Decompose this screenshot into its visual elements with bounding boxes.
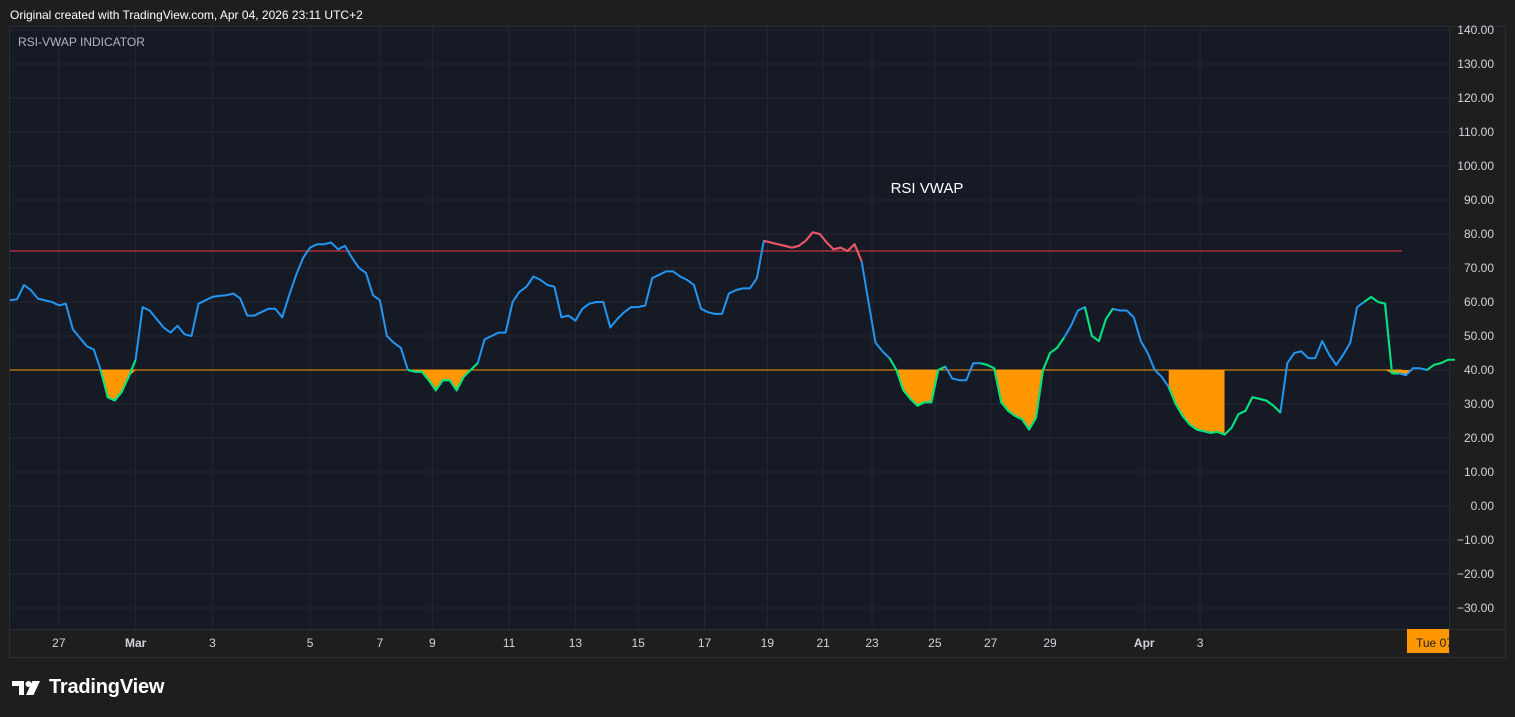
time-axis-label: 13 [569,636,583,650]
time-axis-label: 27 [984,636,998,650]
time-axis-label: 17 [698,636,712,650]
price-axis-label: 110.00 [1458,125,1494,139]
time-axis-label: 5 [307,636,314,650]
price-axis-label: 140.00 [1457,23,1494,37]
time-axis-label: 15 [632,636,646,650]
time-axis-label: 19 [761,636,775,650]
time-axis-label: Apr [1134,636,1155,650]
time-axis-label: Mar [125,636,147,650]
price-axis-label: 30.00 [1464,397,1494,411]
price-axis-label: 20.00 [1464,431,1494,445]
time-axis-label: 3 [1197,636,1204,650]
time-axis-label: 23 [865,636,879,650]
price-axis-label: 0.00 [1471,499,1495,513]
time-axis-label: 21 [816,636,830,650]
price-axis-label: 120.00 [1457,91,1494,105]
price-axis-label: −30.00 [1457,601,1494,615]
last-time-badge: Tue 07 [1407,629,1453,653]
price-axis-label: 50.00 [1464,329,1494,343]
price-axis-label: 10.00 [1464,465,1494,479]
time-axis: 27 Mar 3 5 7 9 11 13 15 17 19 21 23 25 27 29 Apr 3 [52,636,1204,650]
time-axis-label: 27 [52,636,66,650]
axis-corner [1450,630,1505,657]
price-axis-label: −10.00 [1457,533,1494,547]
time-axis-label: 29 [1043,636,1057,650]
price-axis: 140.00 130.00 120.00 110.00 100.00 90.00 80.00… [1457,23,1494,615]
rsi-vwap-chart[interactable]: RSI VWAP140.00130.00120.00110.00100.0090… [0,0,1515,660]
tradingview-logo[interactable]: TradingView [11,676,164,699]
indicator-label: RSI-VWAP INDICATOR [18,35,145,49]
price-axis-label: 90.00 [1464,193,1494,207]
price-axis-label: −20.00 [1457,567,1494,581]
time-axis-label: 3 [209,636,216,650]
time-axis-label: 9 [429,636,436,650]
time-axis-label: 25 [928,636,942,650]
price-axis-label: 130.00 [1457,57,1494,71]
tradingview-logo-icon [12,680,40,695]
price-axis-label: 40.00 [1464,363,1494,377]
time-axis-label: 11 [503,636,516,650]
price-axis-label: 60.00 [1464,295,1494,309]
tradingview-wordmark: TradingView [49,676,165,698]
plot-area [10,27,1449,629]
time-axis-label: 7 [377,636,384,650]
chart-annotation: RSI VWAP [891,180,964,197]
price-axis-label: 70.00 [1464,261,1494,275]
price-axis-label: 80.00 [1464,227,1494,241]
last-time-label: Tue 07 [1416,636,1453,650]
price-axis-label: 100.00 [1457,159,1494,173]
